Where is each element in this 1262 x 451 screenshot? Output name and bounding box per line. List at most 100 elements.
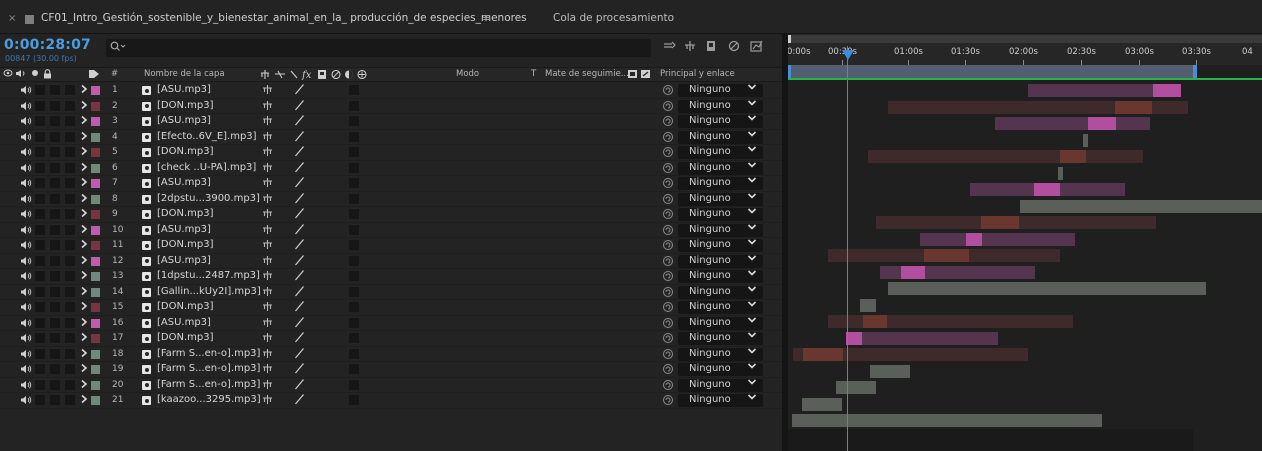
effect-switch[interactable] (349, 178, 359, 188)
layer-label-color[interactable] (91, 334, 100, 343)
layer-label-color[interactable] (91, 303, 100, 312)
lock-switch[interactable] (50, 333, 60, 343)
pickwhip-icon[interactable] (662, 332, 674, 347)
pickwhip-icon[interactable] (662, 348, 674, 363)
layer-label-color[interactable] (91, 318, 100, 328)
layer-duration-bar[interactable] (920, 232, 1075, 246)
pickwhip-icon[interactable] (662, 239, 674, 254)
solo-icon[interactable] (31, 69, 39, 80)
chevron-down-icon[interactable] (747, 238, 757, 249)
chevron-down-icon[interactable] (747, 347, 757, 358)
solo-switch[interactable] (35, 255, 45, 266)
effect-switch[interactable] (349, 255, 359, 266)
visibility-switch[interactable] (65, 302, 75, 312)
effect-switch[interactable] (349, 348, 359, 359)
shy-icon[interactable] (262, 348, 273, 362)
speaker-icon[interactable] (20, 132, 32, 145)
layer-duration-bar[interactable] (1058, 166, 1063, 180)
quality-switch-icon[interactable] (294, 254, 305, 269)
search-input[interactable] (106, 39, 651, 57)
solo-switch[interactable] (35, 348, 45, 359)
chevron-right-icon[interactable] (80, 208, 88, 221)
quality-switch-icon[interactable] (294, 83, 305, 98)
visibility-switch[interactable] (65, 131, 75, 142)
quality-switch-icon[interactable] (294, 362, 305, 377)
effect-switch[interactable] (349, 364, 359, 374)
layer-row[interactable]: 8 [2dpstu...3900.mp3] Ninguno (0, 191, 782, 207)
effect-switch[interactable] (349, 85, 359, 95)
lock-switch[interactable] (50, 178, 60, 188)
layer-label-color[interactable] (91, 241, 100, 250)
chevron-right-icon[interactable] (80, 193, 88, 206)
pickwhip-icon[interactable] (662, 100, 674, 115)
chevron-down-icon[interactable] (747, 130, 757, 141)
chevron-down-icon[interactable] (747, 176, 757, 187)
pickwhip-icon[interactable] (662, 208, 674, 223)
effect-switch[interactable] (349, 100, 359, 111)
layer-duration-bar[interactable] (970, 183, 1125, 196)
speaker-icon[interactable] (20, 225, 32, 238)
timeline-panel[interactable]: 0:00s 00:30s 01:00s 01:30s 02:00s 02:30s 03:00… (788, 34, 1262, 451)
tab-render-queue[interactable]: Cola de procesamiento (553, 12, 674, 28)
pickwhip-icon[interactable] (662, 224, 674, 239)
effect-switch[interactable] (349, 147, 359, 157)
solo-switch[interactable] (35, 193, 45, 204)
layer-name[interactable]: [ASU.mp3] (157, 84, 211, 95)
solo-switch[interactable] (35, 85, 45, 95)
layer-label-color[interactable] (91, 396, 100, 405)
layer-name[interactable]: [Gallin...kUy2I].mp3] (157, 286, 261, 297)
pickwhip-icon[interactable] (662, 162, 674, 177)
search-icon[interactable] (110, 41, 126, 55)
chevron-down-icon[interactable] (747, 269, 757, 280)
layer-row[interactable]: 20 [Farm S...en-o].mp3] Ninguno (0, 377, 782, 393)
visibility-switch[interactable] (65, 193, 75, 204)
solo-switch[interactable] (35, 395, 45, 405)
speaker-icon[interactable] (20, 349, 32, 362)
layer-duration-bar[interactable] (836, 381, 876, 394)
shy-icon[interactable] (262, 224, 273, 238)
layer-row[interactable]: 6 [check ..U-PA].mp3] Ninguno (0, 160, 782, 177)
layer-row[interactable]: 1 [ASU.mp3] Ninguno (0, 83, 782, 99)
layer-duration-bar[interactable] (792, 414, 1102, 427)
shy-icon[interactable] (262, 100, 273, 114)
pickwhip-icon[interactable] (662, 177, 674, 192)
speaker-icon[interactable] (20, 380, 32, 393)
lock-switch[interactable] (50, 302, 60, 312)
visibility-switch[interactable] (65, 333, 75, 343)
layer-name[interactable]: [DON.mp3] (157, 332, 213, 343)
shy-icon[interactable] (262, 162, 273, 176)
layer-duration-bar[interactable] (995, 117, 1150, 130)
solo-switch[interactable] (35, 224, 45, 235)
layer-duration-bar[interactable] (828, 315, 1073, 328)
visibility-switch[interactable] (65, 255, 75, 266)
current-timecode[interactable]: 0:00:28:07 (4, 37, 91, 53)
layer-label-color[interactable] (91, 179, 100, 188)
solo-switch[interactable] (35, 131, 45, 142)
speaker-icon[interactable] (20, 318, 32, 331)
solo-switch[interactable] (35, 286, 45, 297)
speaker-icon[interactable] (20, 287, 32, 300)
layer-row[interactable]: 10 [ASU.mp3] Ninguno (0, 222, 782, 239)
shy-icon[interactable] (262, 239, 273, 253)
solo-switch[interactable] (35, 271, 45, 281)
layer-duration-bar[interactable] (888, 282, 1206, 295)
chevron-down-icon[interactable] (747, 83, 757, 94)
time-ruler[interactable]: 0:00s 00:30s 01:00s 01:30s 02:00s 02:30s 03:00… (788, 34, 1262, 65)
motion-blur-icon[interactable] (728, 40, 740, 55)
layer-duration-bar[interactable] (802, 397, 842, 411)
layer-label-color[interactable] (91, 132, 100, 142)
layer-label-color[interactable] (91, 225, 100, 235)
chevron-down-icon[interactable] (747, 285, 757, 296)
solo-switch[interactable] (35, 379, 45, 390)
t-header[interactable]: T (531, 69, 536, 79)
quality-switch-icon[interactable] (294, 316, 305, 331)
solo-switch[interactable] (35, 209, 45, 219)
shy-icon[interactable] (262, 115, 273, 129)
speaker-icon[interactable] (20, 178, 32, 191)
chevron-down-icon[interactable] (747, 192, 757, 203)
effect-switch[interactable] (349, 286, 359, 297)
layer-name[interactable]: [Efecto..6V_E].mp3] (157, 131, 257, 142)
layer-row[interactable]: 2 [DON.mp3] Ninguno (0, 98, 782, 115)
quality-switch-icon[interactable] (294, 269, 305, 284)
layer-duration-bar[interactable] (876, 216, 1156, 229)
